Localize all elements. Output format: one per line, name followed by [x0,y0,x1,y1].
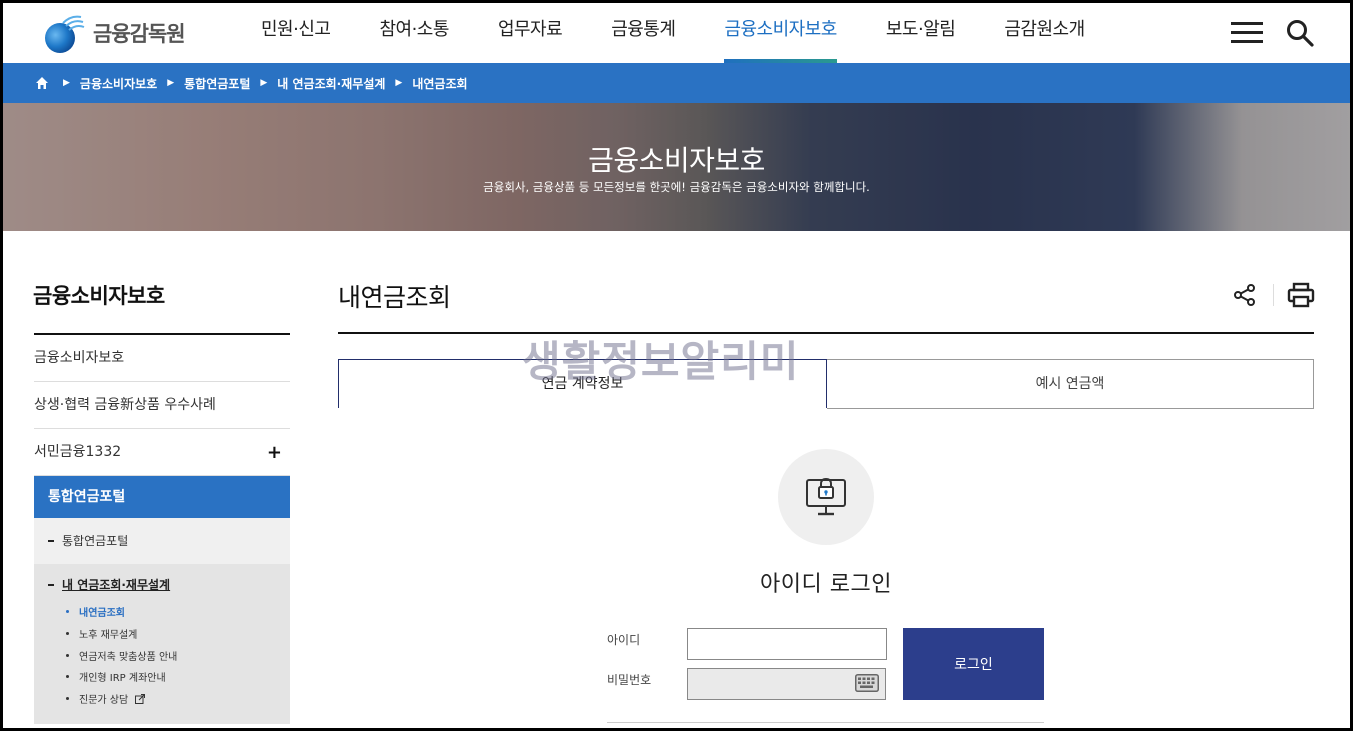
login-title: 아이디 로그인 [760,572,892,597]
sidebar-submenu: 내 연금조회·재무설계 내연금조회 노후 재무설계 연금저축 맞춤상품 안내 개… [34,564,290,724]
hero-banner: 금융소비자보호 금융회사, 금융상품 등 모든정보를 한곳에! 금융감독은 금융… [3,103,1350,231]
sidebar-subitem-pension-inquiry[interactable]: 내 연금조회·재무설계 [47,576,170,593]
sidebar-leaf-label: 진문가 상담 [79,695,129,706]
nav-item-consumer-protection[interactable]: 금융소비자보호 [724,3,837,63]
sidebar-item-label: 금융소비자보호 [34,350,125,366]
sidebar-leaf-pension-savings[interactable]: 연금저축 맞춤상품 안내 [65,648,177,663]
external-link-icon [135,694,146,704]
search-icon[interactable] [1285,18,1315,48]
tab-example-pension[interactable]: 예시 연금액 [826,359,1314,409]
fss-logo-icon [45,15,85,53]
login-form-divider [607,722,1044,723]
chevron-right-icon: ▶ [63,78,70,88]
chevron-right-icon: ▶ [395,78,403,88]
password-label: 비밀번호 [607,673,652,687]
sidebar-title: 금융소비자보호 [33,284,165,308]
nav-item-complaints[interactable]: 민원·신고 [261,3,331,63]
home-icon[interactable] [35,76,49,90]
hero-subtitle: 금융회사, 금융상품 등 모든정보를 한곳에! 금융감독은 금융소비자와 함께합… [483,180,870,194]
login-illustration [778,449,874,545]
sidebar-item-label: 상생·협력 금융新상품 우수사례 [34,397,216,413]
expand-plus-icon[interactable]: + [267,429,282,476]
nav-item-statistics[interactable]: 금융통계 [611,3,676,63]
nav-item-materials[interactable]: 업무자료 [498,3,563,63]
breadcrumb-item-current[interactable]: 내연금조회 [412,75,467,92]
sidebar-item-consumer-protection[interactable]: 금융소비자보호 [34,335,290,382]
content-divider [338,332,1314,334]
nav-item-participation[interactable]: 참여·소통 [379,3,449,63]
secure-computer-icon [806,477,846,516]
sidebar-leaf-expert-consult[interactable]: 진문가 상담 [65,691,146,706]
main-nav: 민원·신고 참여·소통 업무자료 금융통계 금융소비자보호 보도·알림 금감원소… [261,3,1134,63]
sidebar-item-1332[interactable]: 서민금융1332 + [34,429,290,476]
nav-item-about[interactable]: 금감원소개 [1004,3,1085,63]
logo-text: 금융감독원 [93,22,186,46]
print-icon[interactable] [1287,282,1315,308]
sidebar-subitem-pension-portal[interactable]: 통합연금포털 [34,518,290,564]
sidebar-leaf-retirement-planning[interactable]: 노후 재무설계 [65,626,137,641]
chevron-right-icon: ▶ [167,78,175,88]
tab-pension-contract[interactable]: 연금 계약정보 [338,359,827,409]
site-logo[interactable]: 금융감독원 [41,11,186,55]
breadcrumb: ▶ 금융소비자보호 ▶ 통합연금포털 ▶ 내 연금조회·재무설계 ▶ 내연금조회 [3,63,1350,103]
page-title: 내연금조회 [338,283,451,312]
sidebar-item-best-practices[interactable]: 상생·협력 금융新상품 우수사례 [34,382,290,429]
sidebar-item-label: 서민금융1332 [34,444,122,460]
nav-item-press[interactable]: 보도·알림 [886,3,956,63]
id-label: 아이디 [607,633,641,647]
share-icon[interactable] [1232,282,1258,308]
sidebar-leaf-my-pension[interactable]: 내연금조회 [66,604,125,619]
active-tab-underline-mask [338,408,827,409]
login-button[interactable]: 로그인 [903,628,1044,700]
toolbar-divider [1273,284,1274,306]
sidebar-leaf-irp[interactable]: 개인형 IRP 계좌안내 [66,669,166,684]
hero-title: 금융소비자보호 [588,144,765,177]
breadcrumb-item[interactable]: 내 연금조회·재무설계 [277,75,385,92]
chevron-right-icon: ▶ [260,78,268,88]
virtual-keyboard-icon[interactable] [855,674,879,692]
hamburger-menu-icon[interactable] [1231,22,1263,44]
breadcrumb-item[interactable]: 금융소비자보호 [80,75,157,92]
id-input[interactable] [687,628,887,660]
breadcrumb-item[interactable]: 통합연금포털 [184,75,250,92]
sidebar-item-pension-portal[interactable]: 통합연금포털 [34,476,290,518]
site-header: 금융감독원 민원·신고 참여·소통 업무자료 금융통계 금융소비자보호 보도·알… [3,3,1350,63]
